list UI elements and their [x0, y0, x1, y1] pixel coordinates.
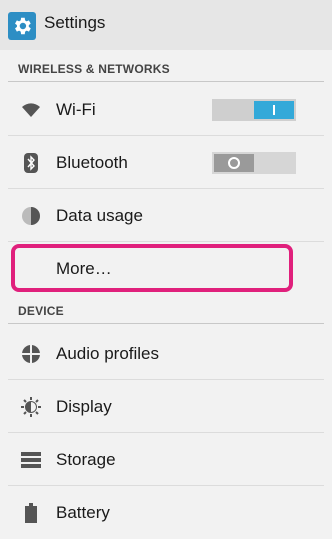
wifi-toggle[interactable]	[212, 99, 296, 121]
storage-icon	[20, 449, 42, 471]
settings-item-display[interactable]: Display	[0, 381, 332, 433]
row-divider	[8, 241, 324, 242]
section-divider	[8, 81, 324, 82]
bluetooth-toggle[interactable]	[212, 152, 296, 174]
settings-item-bluetooth[interactable]: Bluetooth	[0, 137, 332, 189]
settings-item-label: Battery	[56, 503, 110, 522]
settings-item-label: Storage	[56, 450, 116, 469]
battery-icon	[20, 502, 42, 524]
page-title: Settings	[44, 13, 106, 32]
row-divider	[8, 432, 324, 433]
action-bar: Settings	[0, 0, 332, 50]
highlight-box	[11, 244, 293, 292]
settings-item-data-usage[interactable]: Data usage	[0, 190, 332, 242]
settings-item-storage[interactable]: Storage	[0, 434, 332, 486]
display-icon	[20, 396, 42, 418]
settings-item-label: Audio profiles	[56, 344, 160, 363]
section-label: WIRELESS & NETWORKS	[18, 62, 170, 76]
settings-item-battery[interactable]: Battery	[0, 487, 332, 539]
section-label: DEVICE	[18, 304, 64, 318]
data-usage-icon	[20, 205, 42, 227]
bluetooth-icon	[20, 152, 42, 174]
section-header-device: DEVICE	[0, 298, 332, 324]
row-divider	[8, 188, 324, 189]
settings-item-label: Data usage	[56, 206, 143, 225]
settings-item-wifi[interactable]: Wi-Fi	[0, 84, 332, 136]
settings-item-label: Wi-Fi	[56, 100, 96, 119]
audio-profiles-icon	[20, 343, 42, 365]
toggle-knob	[254, 101, 294, 119]
gear-icon[interactable]	[8, 12, 36, 40]
section-header-wireless: WIRELESS & NETWORKS	[0, 56, 332, 82]
settings-item-audio-profiles[interactable]: Audio profiles	[0, 328, 332, 380]
row-divider	[8, 485, 324, 486]
toggle-knob	[214, 154, 254, 172]
row-divider	[8, 135, 324, 136]
section-divider	[8, 323, 324, 324]
settings-item-label: Display	[56, 397, 112, 416]
wifi-icon	[20, 99, 42, 121]
settings-item-label: Bluetooth	[56, 153, 128, 172]
row-divider	[8, 379, 324, 380]
